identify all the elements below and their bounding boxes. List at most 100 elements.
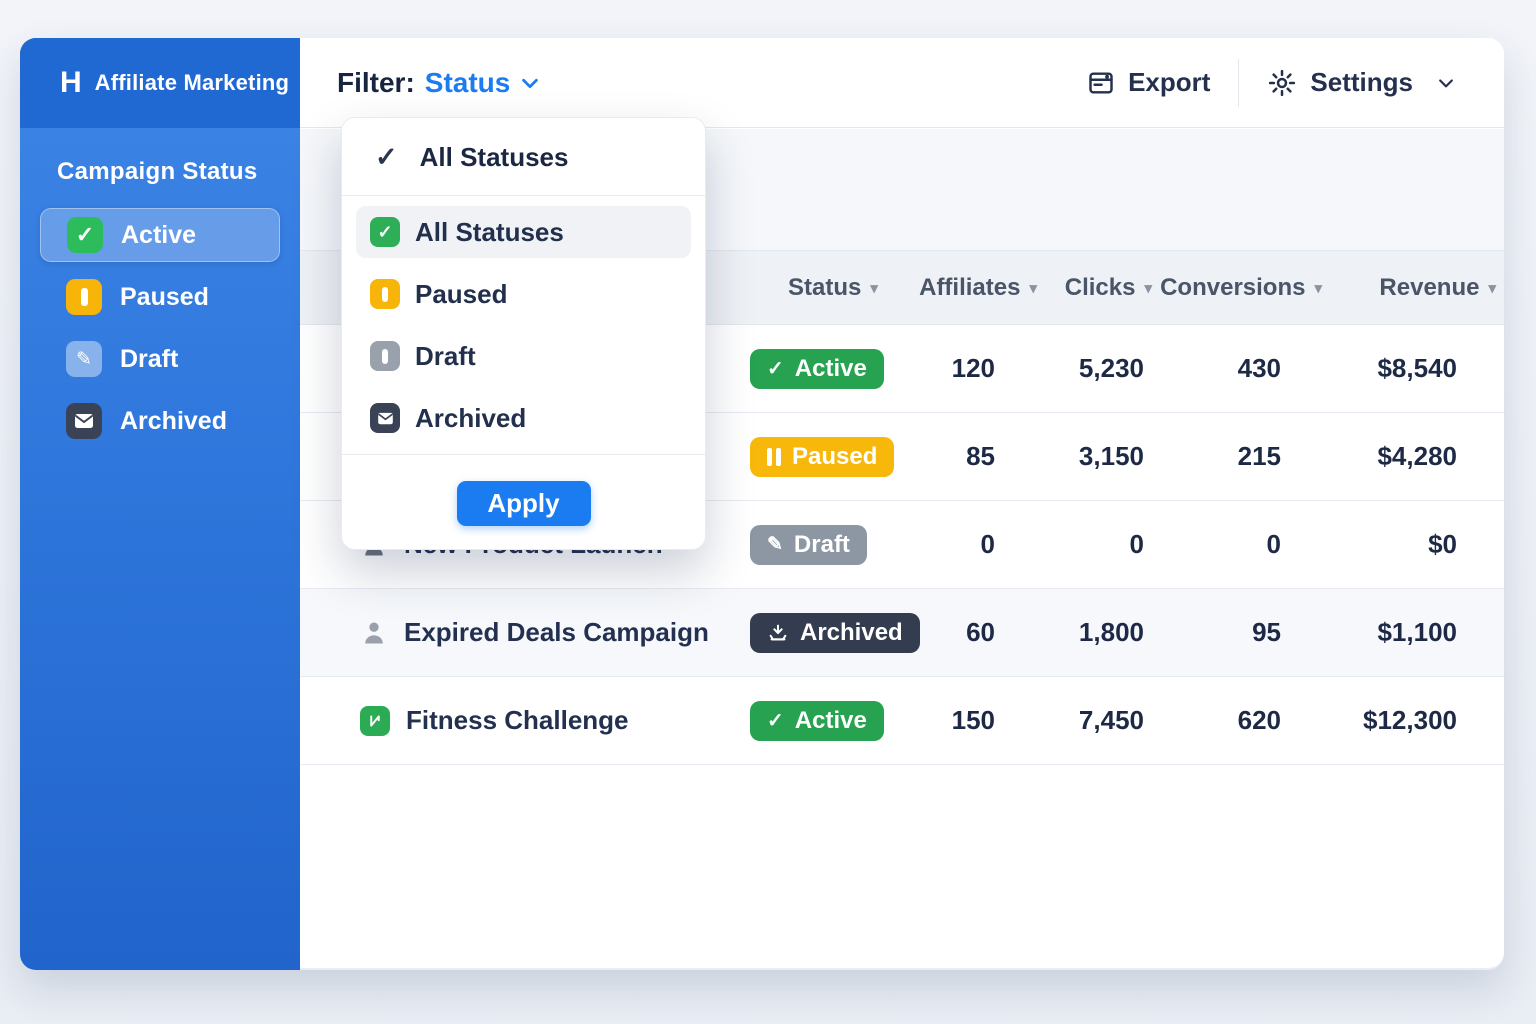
envelope-icon <box>370 403 400 433</box>
table-row[interactable]: Expired Deals Campaign Archived 60 1,800… <box>300 589 1504 677</box>
status-cell: ✓Active <box>750 701 900 741</box>
topbar: Filter: Status Export Settings <box>300 38 1504 128</box>
dropdown-option-all-statuses[interactable]: ✓ All Statuses <box>356 206 691 258</box>
status-cell: ✎Draft <box>750 525 900 565</box>
person-icon <box>360 619 388 647</box>
status-badge: ✎Draft <box>750 525 867 565</box>
clicks-cell: 1,800 <box>1045 617 1160 648</box>
dropdown-footer: Apply <box>342 455 705 549</box>
status-badge: Archived <box>750 613 920 653</box>
sidebar-item-label: Archived <box>120 407 227 436</box>
trend-chart-icon <box>360 706 390 736</box>
pause-icon <box>66 279 102 315</box>
check-icon: ✓ <box>375 144 398 171</box>
sidebar-item-label: Paused <box>120 283 209 312</box>
sidebar-item-label: Draft <box>120 345 178 374</box>
affiliates-cell: 60 <box>900 617 1045 648</box>
status-cell: Archived <box>750 613 900 653</box>
sidebar-item-paused[interactable]: Paused <box>40 270 280 324</box>
affiliates-cell: 150 <box>900 705 1045 736</box>
export-label: Export <box>1128 67 1210 98</box>
pencil-icon: ✎ <box>767 535 783 554</box>
settings-label: Settings <box>1310 67 1413 98</box>
conversions-cell: 215 <box>1160 441 1330 472</box>
sidebar-item-active[interactable]: ✓ Active <box>40 208 280 262</box>
column-header-affiliates[interactable]: Affiliates▾ <box>900 274 1045 302</box>
revenue-cell: $4,280 <box>1330 441 1504 472</box>
app-logo-icon: H <box>60 68 82 98</box>
table-row[interactable]: Fitness Challenge ✓Active 150 7,450 620 … <box>300 677 1504 765</box>
clicks-cell: 0 <box>1045 529 1160 560</box>
topbar-actions: Export Settings <box>1087 59 1456 107</box>
conversions-cell: 620 <box>1160 705 1330 736</box>
sort-arrow-icon: ▾ <box>1488 279 1496 297</box>
archive-icon <box>767 622 789 644</box>
dropdown-option-paused[interactable]: Paused <box>356 268 691 320</box>
status-badge: ✓Active <box>750 349 884 389</box>
main-content: Filter: Status Export Settings <box>300 38 1504 968</box>
sidebar-header: H Affiliate Marketing <box>20 38 300 128</box>
filter-value-text: Status <box>425 67 511 99</box>
pencil-icon: ✎ <box>66 341 102 377</box>
dropdown-options: ✓ All Statuses Paused Draft Archived <box>342 196 705 454</box>
settings-button[interactable]: Settings <box>1267 67 1456 98</box>
campaign-name-cell: Expired Deals Campaign <box>300 617 750 648</box>
status-badge: Paused <box>750 437 894 477</box>
pause-icon <box>370 279 400 309</box>
dropdown-header-label: All Statuses <box>420 142 569 173</box>
apply-button[interactable]: Apply <box>457 481 591 526</box>
check-icon: ✓ <box>67 217 103 253</box>
sidebar-item-archived[interactable]: Archived <box>40 394 280 448</box>
sidebar-nav: ✓ Active Paused ✎ Draft Archived <box>40 208 280 448</box>
conversions-cell: 95 <box>1160 617 1330 648</box>
pause-icon <box>767 448 781 466</box>
check-icon: ✓ <box>767 359 784 379</box>
sidebar-item-label: Active <box>121 221 196 250</box>
filter-dropdown-trigger[interactable]: Status <box>425 67 542 99</box>
sidebar-section-title: Campaign Status <box>57 158 300 186</box>
sidebar: H Affiliate Marketing Campaign Status ✓ … <box>20 38 300 970</box>
affiliates-cell: 85 <box>900 441 1045 472</box>
filter-label: Filter: <box>337 67 415 99</box>
chevron-down-icon <box>519 72 541 94</box>
clicks-cell: 5,230 <box>1045 353 1160 384</box>
sort-arrow-icon: ▾ <box>1144 279 1152 297</box>
revenue-cell: $8,540 <box>1330 353 1504 384</box>
filter-control: Filter: Status <box>337 67 541 99</box>
sidebar-item-draft[interactable]: ✎ Draft <box>40 332 280 386</box>
clicks-cell: 3,150 <box>1045 441 1160 472</box>
revenue-cell: $1,100 <box>1330 617 1504 648</box>
sort-arrow-icon: ▾ <box>1029 279 1037 297</box>
dropdown-option-draft[interactable]: Draft <box>356 330 691 382</box>
app-canvas: H Affiliate Marketing Campaign Status ✓ … <box>0 0 1536 1024</box>
sort-arrow-icon: ▾ <box>1314 279 1322 297</box>
conversions-cell: 0 <box>1160 529 1330 560</box>
status-badge: ✓Active <box>750 701 884 741</box>
revenue-cell: $0 <box>1330 529 1504 560</box>
dropdown-current-selection: ✓ All Statuses <box>342 118 705 195</box>
column-header-conversions[interactable]: Conversions▾ <box>1160 274 1330 302</box>
app-title: Affiliate Marketing <box>95 70 290 96</box>
export-button[interactable]: Export <box>1087 67 1210 98</box>
status-cell: ✓Active <box>750 349 900 389</box>
pause-icon <box>370 341 400 371</box>
column-header-clicks[interactable]: Clicks▾ <box>1045 274 1160 302</box>
chevron-down-icon <box>1436 73 1456 93</box>
campaign-name-cell: Fitness Challenge <box>300 705 750 736</box>
status-cell: Paused <box>750 437 900 477</box>
sort-arrow-icon: ▾ <box>870 279 878 297</box>
check-icon: ✓ <box>370 217 400 247</box>
gear-icon <box>1267 68 1297 98</box>
export-icon <box>1087 69 1115 97</box>
conversions-cell: 430 <box>1160 353 1330 384</box>
revenue-cell: $12,300 <box>1330 705 1504 736</box>
affiliates-cell: 120 <box>900 353 1045 384</box>
clicks-cell: 7,450 <box>1045 705 1160 736</box>
envelope-icon <box>66 403 102 439</box>
topbar-divider <box>1238 59 1239 107</box>
column-header-revenue[interactable]: Revenue▾ <box>1330 274 1504 302</box>
status-filter-dropdown: ✓ All Statuses ✓ All Statuses Paused Dra… <box>341 117 706 550</box>
column-header-status[interactable]: Status▾ <box>750 274 900 302</box>
affiliates-cell: 0 <box>900 529 1045 560</box>
dropdown-option-archived[interactable]: Archived <box>356 392 691 444</box>
